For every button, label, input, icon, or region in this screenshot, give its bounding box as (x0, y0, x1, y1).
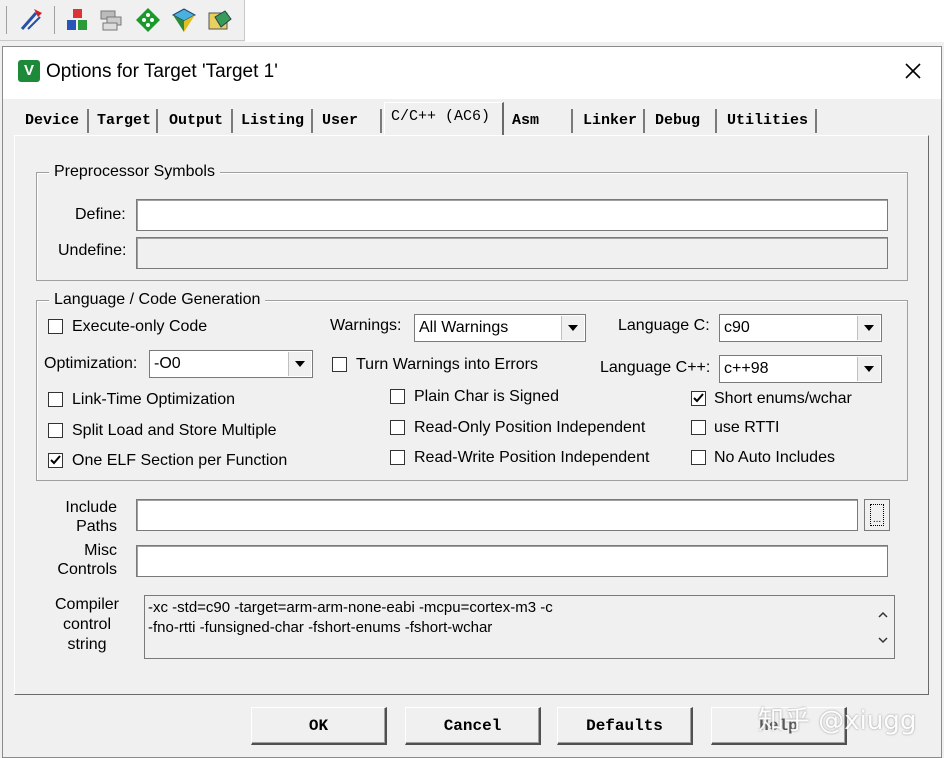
language-cpp-value: c++98 (724, 360, 769, 377)
execute-only-checkbox[interactable] (48, 319, 63, 334)
misc-controls-input[interactable] (136, 545, 888, 577)
define-input[interactable] (136, 199, 888, 231)
checkmark-icon (50, 455, 61, 465)
language-group-label: Language / Code Generation (49, 291, 266, 309)
no-auto-includes-label: No Auto Includes (714, 449, 835, 466)
tab-device[interactable]: Device (19, 109, 89, 133)
tab-linker[interactable]: Linker (577, 109, 645, 133)
tab-listing[interactable]: Listing (235, 109, 313, 133)
undefine-input[interactable] (136, 237, 888, 269)
include-paths-label-2: Paths (76, 518, 117, 535)
turn-warnings-errors-label: Turn Warnings into Errors (356, 356, 538, 373)
warnings-select[interactable]: All Warnings (414, 314, 586, 342)
include-paths-label-1: Include (65, 499, 117, 516)
language-cpp-select[interactable]: c++98 (719, 355, 882, 383)
short-enums-label: Short enums/wchar (714, 390, 852, 407)
compiler-label-3: string (67, 636, 107, 653)
uvision-app-icon: V (18, 60, 40, 82)
ro-pos-indep-checkbox[interactable] (390, 420, 405, 435)
execute-only-label: Execute-only Code (72, 318, 208, 335)
event-recorder-icon[interactable] (207, 7, 233, 33)
chevron-down-icon (857, 357, 880, 381)
compiler-label-2: control (62, 616, 112, 633)
short-enums-checkbox[interactable] (691, 391, 706, 406)
include-paths-input[interactable] (136, 499, 858, 531)
manage-components-icon[interactable] (99, 7, 125, 33)
warnings-label: Warnings: (330, 317, 402, 334)
dialog-title: Options for Target 'Target 1' (46, 61, 278, 82)
use-rtti-checkbox[interactable] (691, 420, 706, 435)
misc-controls-label-2: Controls (57, 561, 117, 578)
plain-char-signed-checkbox[interactable] (390, 389, 405, 404)
compiler-label-1: Compiler (54, 596, 119, 613)
cancel-button[interactable]: Cancel (405, 707, 541, 745)
language-cpp-label: Language C++: (600, 359, 711, 376)
watermark: 知乎 @xiugg (758, 706, 917, 736)
rw-pos-indep-checkbox[interactable] (390, 450, 405, 465)
one-elf-section-checkbox[interactable] (48, 453, 63, 468)
tab-asm[interactable]: Asm (506, 109, 573, 133)
link-time-opt-label: Link-Time Optimization (72, 391, 236, 408)
browse-label: ... (870, 504, 884, 526)
one-elf-section-label: One ELF Section per Function (72, 452, 288, 469)
toolbar-separator (54, 6, 55, 34)
define-label: Define: (75, 206, 126, 223)
optimization-select[interactable]: -O0 (149, 350, 313, 378)
title-bar: V Options for Target 'Target 1' (3, 47, 941, 99)
optimization-label: Optimization: (44, 355, 138, 372)
chevron-down-icon (857, 316, 880, 340)
select-packs-icon[interactable] (135, 7, 161, 33)
link-time-opt-checkbox[interactable] (48, 392, 63, 407)
split-load-store-checkbox[interactable] (48, 423, 63, 438)
toolbar-empty-area (245, 0, 944, 42)
turn-warnings-errors-checkbox[interactable] (332, 357, 347, 372)
pack-installer-icon[interactable] (171, 7, 197, 33)
plain-char-signed-label: Plain Char is Signed (414, 388, 559, 405)
no-auto-includes-checkbox[interactable] (691, 450, 706, 465)
ro-pos-indep-label: Read-Only Position Independent (414, 419, 646, 436)
compiler-string-line-1: -xc -std=c90 -target=arm-arm-none-eabi -… (148, 599, 553, 616)
language-c-label: Language C: (618, 317, 710, 334)
tab-user[interactable]: User (316, 109, 382, 133)
toolbar (0, 0, 245, 41)
preprocessor-group-label: Preprocessor Symbols (49, 163, 220, 181)
toolbar-separator (6, 6, 7, 34)
build-wand-icon[interactable] (18, 7, 44, 33)
compiler-control-string[interactable]: -xc -std=c90 -target=arm-arm-none-eabi -… (144, 595, 895, 659)
chevron-down-icon (288, 352, 311, 376)
language-c-value: c90 (724, 319, 750, 336)
scroll-down-icon[interactable] (878, 630, 888, 650)
options-dialog: V Options for Target 'Target 1' Device T… (2, 46, 942, 758)
tab-utilities[interactable]: Utilities (721, 109, 817, 133)
ok-button[interactable]: OK (251, 707, 387, 745)
target-options-icon[interactable] (64, 7, 90, 33)
checkmark-icon (693, 393, 704, 403)
defaults-button[interactable]: Defaults (557, 707, 693, 745)
tab-output[interactable]: Output (163, 109, 233, 133)
rw-pos-indep-label: Read-Write Position Independent (414, 449, 650, 466)
use-rtti-label: use RTTI (714, 419, 780, 436)
language-c-select[interactable]: c90 (719, 314, 882, 342)
warnings-value: All Warnings (419, 319, 509, 336)
scroll-up-icon[interactable] (878, 604, 888, 624)
undefine-label: Undefine: (58, 242, 127, 259)
close-icon (904, 62, 922, 85)
tab-cpp-ac6[interactable]: C/C++ (AC6) (384, 102, 504, 135)
misc-controls-label-1: Misc (84, 542, 117, 559)
tab-debug[interactable]: Debug (649, 109, 717, 133)
split-load-store-label: Split Load and Store Multiple (72, 422, 277, 439)
close-button[interactable] (893, 55, 933, 91)
compiler-string-line-2: -fno-rtti -funsigned-char -fshort-enums … (148, 619, 493, 636)
tab-target[interactable]: Target (91, 109, 158, 133)
chevron-down-icon (561, 316, 584, 340)
optimization-value: -O0 (154, 355, 181, 372)
browse-include-paths-button[interactable]: ... (864, 499, 890, 531)
